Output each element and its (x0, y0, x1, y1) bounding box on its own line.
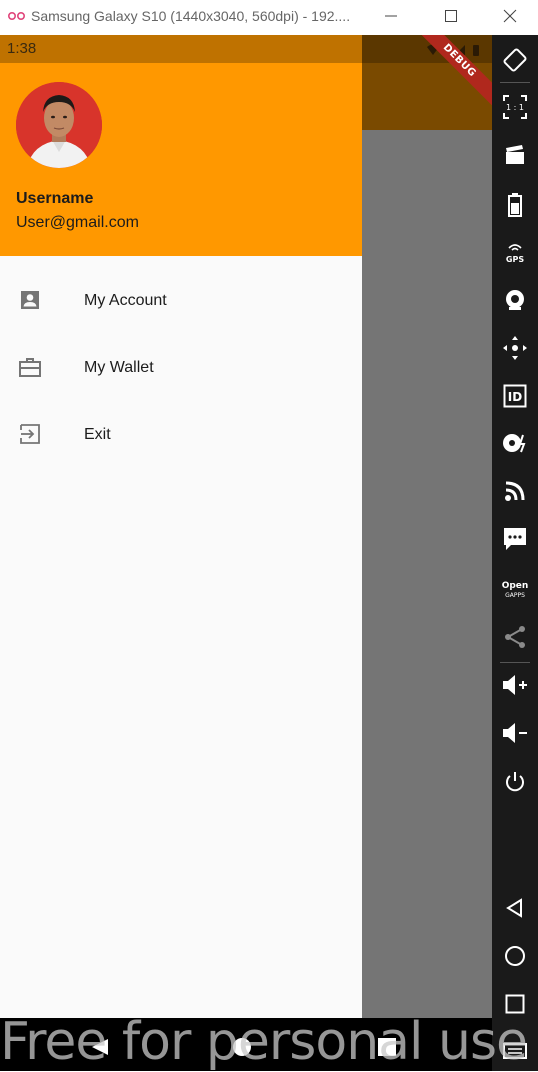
svg-text:Open: Open (502, 581, 529, 591)
power-button[interactable] (492, 762, 538, 802)
resize-1-1-icon: 1 : 1 (503, 95, 527, 119)
open-gapps-button[interactable]: Open GAPPS (492, 569, 538, 609)
menu-item-exit[interactable]: Exit (0, 406, 362, 462)
battery-icon (508, 193, 522, 217)
svg-text:GAPPS: GAPPS (505, 592, 525, 599)
volume-up-button[interactable] (492, 665, 538, 705)
minimize-icon[interactable] (383, 8, 399, 24)
menu-item-label: My Account (84, 292, 167, 309)
capture-button[interactable] (492, 135, 538, 175)
menu-item-my-account[interactable]: My Account (0, 272, 362, 328)
rss-icon (505, 481, 525, 501)
drawer-header: Username User@gmail.com (0, 35, 362, 256)
status-time: 1:38 (7, 40, 37, 57)
window-title: Samsung Galaxy S10 (1440x3040, 560dpi) -… (31, 8, 351, 24)
avatar[interactable] (16, 82, 102, 168)
battery-button[interactable] (492, 185, 538, 225)
share-button[interactable] (492, 617, 538, 657)
toolbar-divider (500, 82, 530, 83)
gps-icon: GPS (506, 244, 524, 264)
genymotion-logo-icon (8, 11, 26, 21)
share-icon (505, 626, 525, 648)
drawer-username: Username (16, 190, 94, 207)
id-button[interactable]: ID (492, 376, 538, 416)
drawer-email: User@gmail.com (16, 214, 139, 231)
maximize-icon[interactable] (443, 8, 459, 24)
disk-button[interactable] (492, 423, 538, 463)
open-gapps-icon: Open GAPPS (502, 581, 529, 599)
rotate-button[interactable] (492, 40, 538, 80)
rotate-icon (503, 48, 527, 72)
volume-up-icon (503, 675, 527, 695)
device-screen: 1:38 DEBUG Username User@gmail.com My Ac… (0, 35, 492, 1018)
emulator-toolbar: 1 : 1 GPS ID Open GAPPS (492, 35, 538, 1071)
close-icon[interactable] (502, 8, 518, 24)
svg-text:1 : 1: 1 : 1 (506, 103, 524, 112)
power-icon (506, 772, 524, 792)
back-button[interactable] (492, 888, 538, 928)
menu-item-label: Exit (84, 426, 111, 443)
camera-button[interactable] (492, 280, 538, 320)
camera-icon (506, 290, 524, 310)
resize-button[interactable]: 1 : 1 (492, 87, 538, 127)
network-button[interactable] (492, 471, 538, 511)
id-icon: ID (503, 384, 527, 408)
volume-down-button[interactable] (492, 713, 538, 753)
sms-icon (504, 528, 526, 550)
recents-icon (505, 994, 525, 1014)
home-icon (505, 946, 525, 966)
briefcase-icon (19, 358, 41, 377)
dpad-button[interactable] (492, 328, 538, 368)
account-box-icon (21, 291, 39, 309)
gps-button[interactable]: GPS (492, 232, 538, 272)
clapper-icon (506, 145, 524, 164)
disk-icon (503, 434, 526, 453)
svg-text:ID: ID (508, 390, 522, 404)
menu-item-my-wallet[interactable]: My Wallet (0, 339, 362, 395)
home-button[interactable] (492, 936, 538, 976)
toolbar-divider (500, 662, 530, 663)
svg-text:GPS: GPS (506, 255, 524, 264)
window-titlebar: Samsung Galaxy S10 (1440x3040, 560dpi) -… (0, 0, 538, 35)
volume-down-icon (503, 723, 527, 743)
back-icon (506, 898, 522, 918)
navigation-drawer: Username User@gmail.com My Account My Wa… (0, 35, 362, 1018)
status-bar (0, 35, 492, 63)
watermark-text: Free for personal use (0, 1012, 528, 1072)
sms-button[interactable] (492, 519, 538, 559)
exit-icon (20, 424, 40, 444)
menu-item-label: My Wallet (84, 359, 154, 376)
dpad-icon (503, 336, 527, 360)
